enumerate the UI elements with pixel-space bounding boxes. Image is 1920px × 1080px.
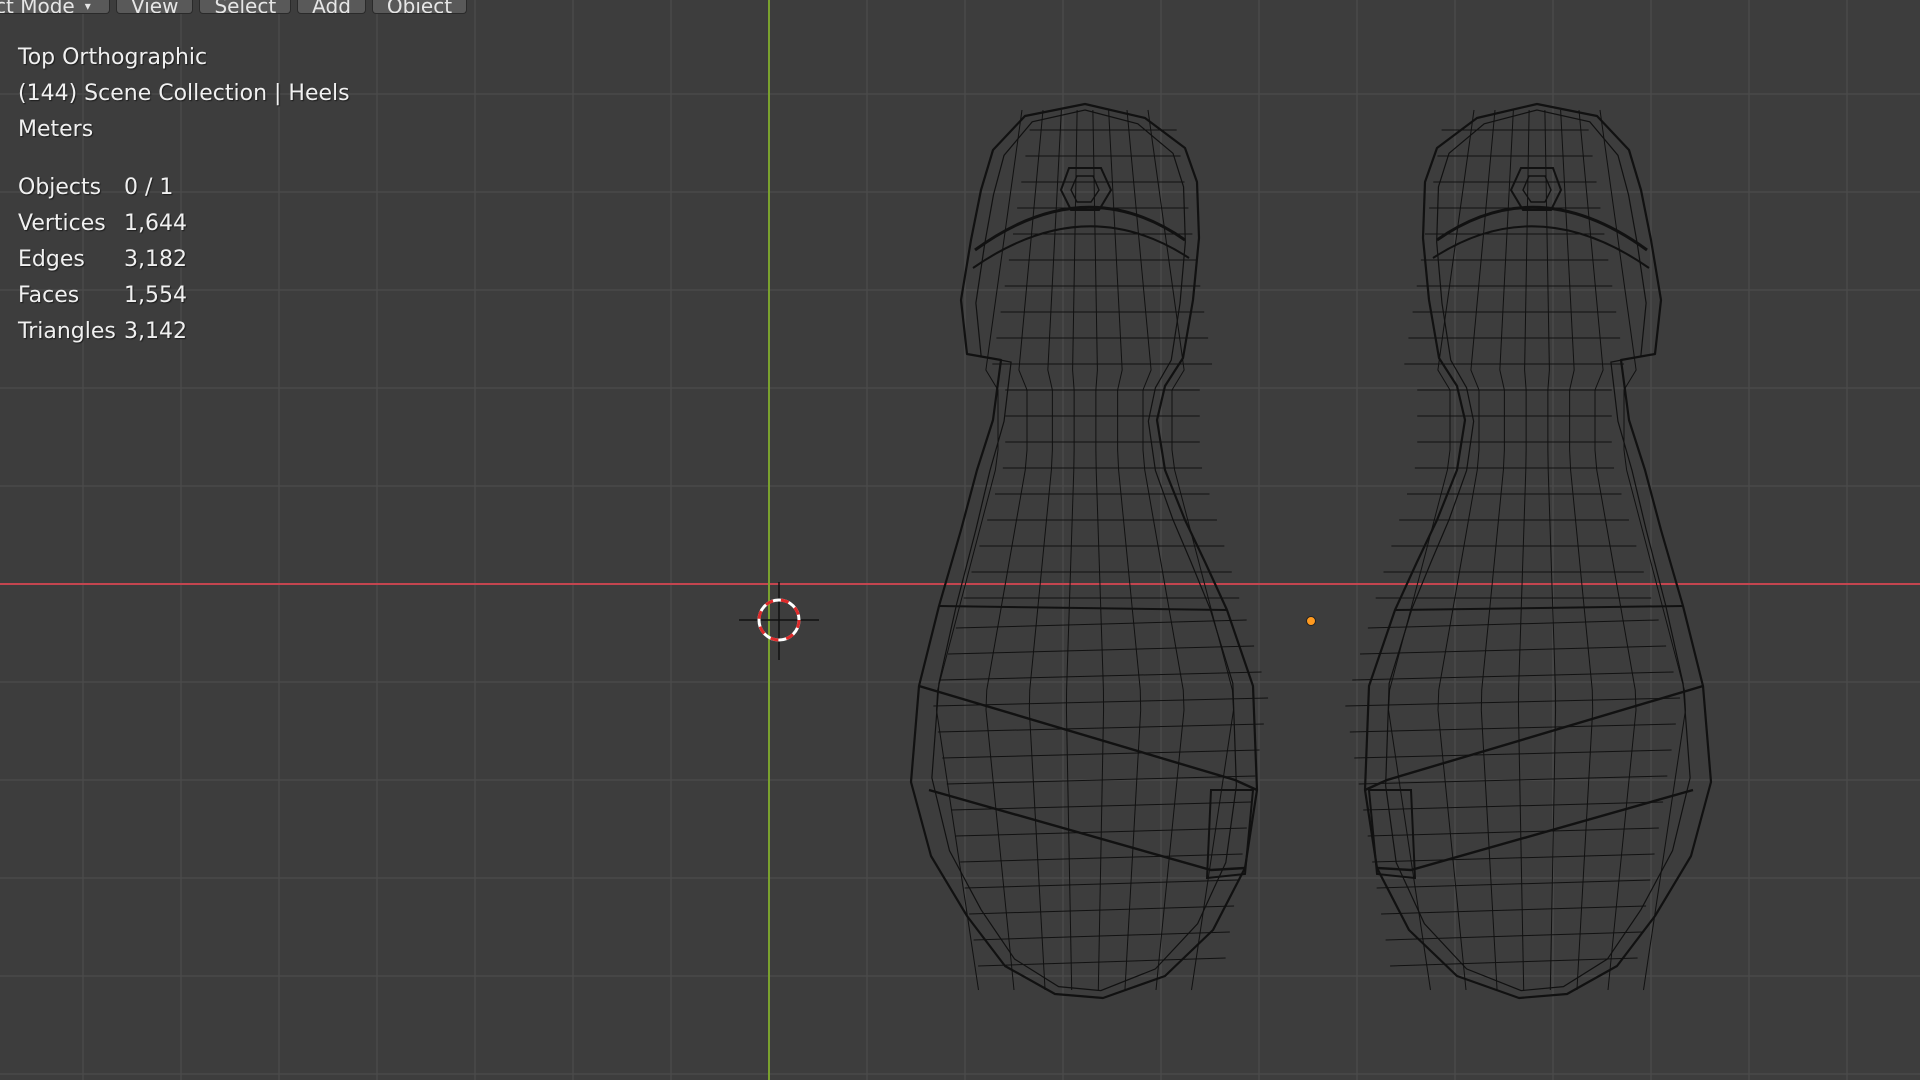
wire-edge (1028, 109, 1062, 991)
object-menu[interactable]: Object (371, 0, 468, 14)
view-name: Top Orthographic (18, 45, 208, 70)
wire-edge (1578, 109, 1637, 991)
wire-edge (1544, 109, 1557, 991)
wire-edge (964, 879, 1239, 889)
shoe-outline (1363, 102, 1713, 1000)
wire-edge (1367, 619, 1659, 629)
wire-edge (1381, 905, 1647, 915)
stat-value: 1,554 (124, 283, 187, 308)
stat-row-faces: Faces 1,554 (18, 278, 350, 314)
mode-select-dropdown[interactable]: ct Mode ▾ (0, 0, 110, 14)
stat-row-objects: Objects 0 / 1 (18, 170, 350, 206)
ankle-strap (918, 684, 1258, 792)
stat-value: 3,182 (124, 247, 187, 272)
viewport-info-overlay: Top Orthographic (144) Scene Collection … (18, 40, 350, 350)
stat-label: Edges (18, 247, 85, 272)
add-menu-label: Add (312, 0, 351, 14)
ankle-strap (1394, 605, 1684, 611)
wire-edge (1376, 879, 1651, 889)
wire-edge (1560, 109, 1594, 991)
wire-edge (1345, 697, 1681, 707)
view-menu[interactable]: View (116, 0, 194, 14)
wire-edge (1385, 931, 1642, 941)
wire-edge (973, 931, 1230, 941)
select-menu-label: Select (214, 0, 277, 14)
wire-edge (937, 723, 1264, 733)
stat-value: 0 / 1 (124, 175, 174, 200)
toe-strap (1436, 205, 1648, 252)
wire-edge (969, 905, 1235, 915)
wire-edge (1126, 109, 1185, 991)
stat-row-vertices: Vertices 1,644 (18, 206, 350, 242)
stat-label: Triangles (18, 319, 116, 344)
wire-edge (1349, 723, 1676, 733)
wire-edge (1437, 109, 1496, 991)
wire-edge (1360, 645, 1667, 655)
wire-edge (935, 109, 1023, 991)
ankle-strap (938, 605, 1228, 611)
wire-edge (1599, 109, 1687, 991)
add-menu[interactable]: Add (297, 0, 366, 14)
shoe-outline (909, 102, 1259, 1000)
shoe-inner-outline (1385, 109, 1691, 992)
wire-edge (1352, 671, 1674, 681)
wire-edge (1354, 749, 1672, 759)
object-origin-dot-icon[interactable] (1306, 616, 1316, 626)
view-menu-label: View (131, 0, 179, 14)
heel-wireframe-right[interactable] (1345, 102, 1713, 1000)
mode-select-label: ct Mode (0, 0, 75, 14)
3d-cursor-icon[interactable] (739, 582, 819, 660)
stat-label: Faces (18, 283, 80, 308)
wire-edge (1363, 801, 1664, 811)
stat-row-triangles: Triangles 3,142 (18, 314, 350, 350)
wire-edge (960, 853, 1243, 863)
toe-strap (974, 205, 1186, 252)
viewport-header: ct Mode ▾ View Select Add Object (0, 0, 468, 14)
chevron-down-icon: ▾ (84, 0, 91, 13)
stat-value: 3,142 (124, 319, 187, 344)
wire-edge (1065, 109, 1078, 991)
select-menu[interactable]: Select (199, 0, 292, 14)
stat-label: Objects (18, 175, 102, 200)
collection-info: (144) Scene Collection | Heels (18, 81, 350, 106)
units-label: Meters (18, 117, 94, 142)
scene-statistics: Objects 0 / 1 Vertices 1,644 Edges 3,182… (18, 170, 350, 350)
object-menu-label: Object (386, 0, 453, 14)
wire-edge (985, 109, 1044, 991)
wire-edge (1367, 827, 1659, 837)
toe-buckle (1059, 167, 1113, 211)
stat-value: 1,644 (124, 211, 187, 236)
stat-label: Vertices (18, 211, 106, 236)
stat-row-edges: Edges 3,182 (18, 242, 350, 278)
